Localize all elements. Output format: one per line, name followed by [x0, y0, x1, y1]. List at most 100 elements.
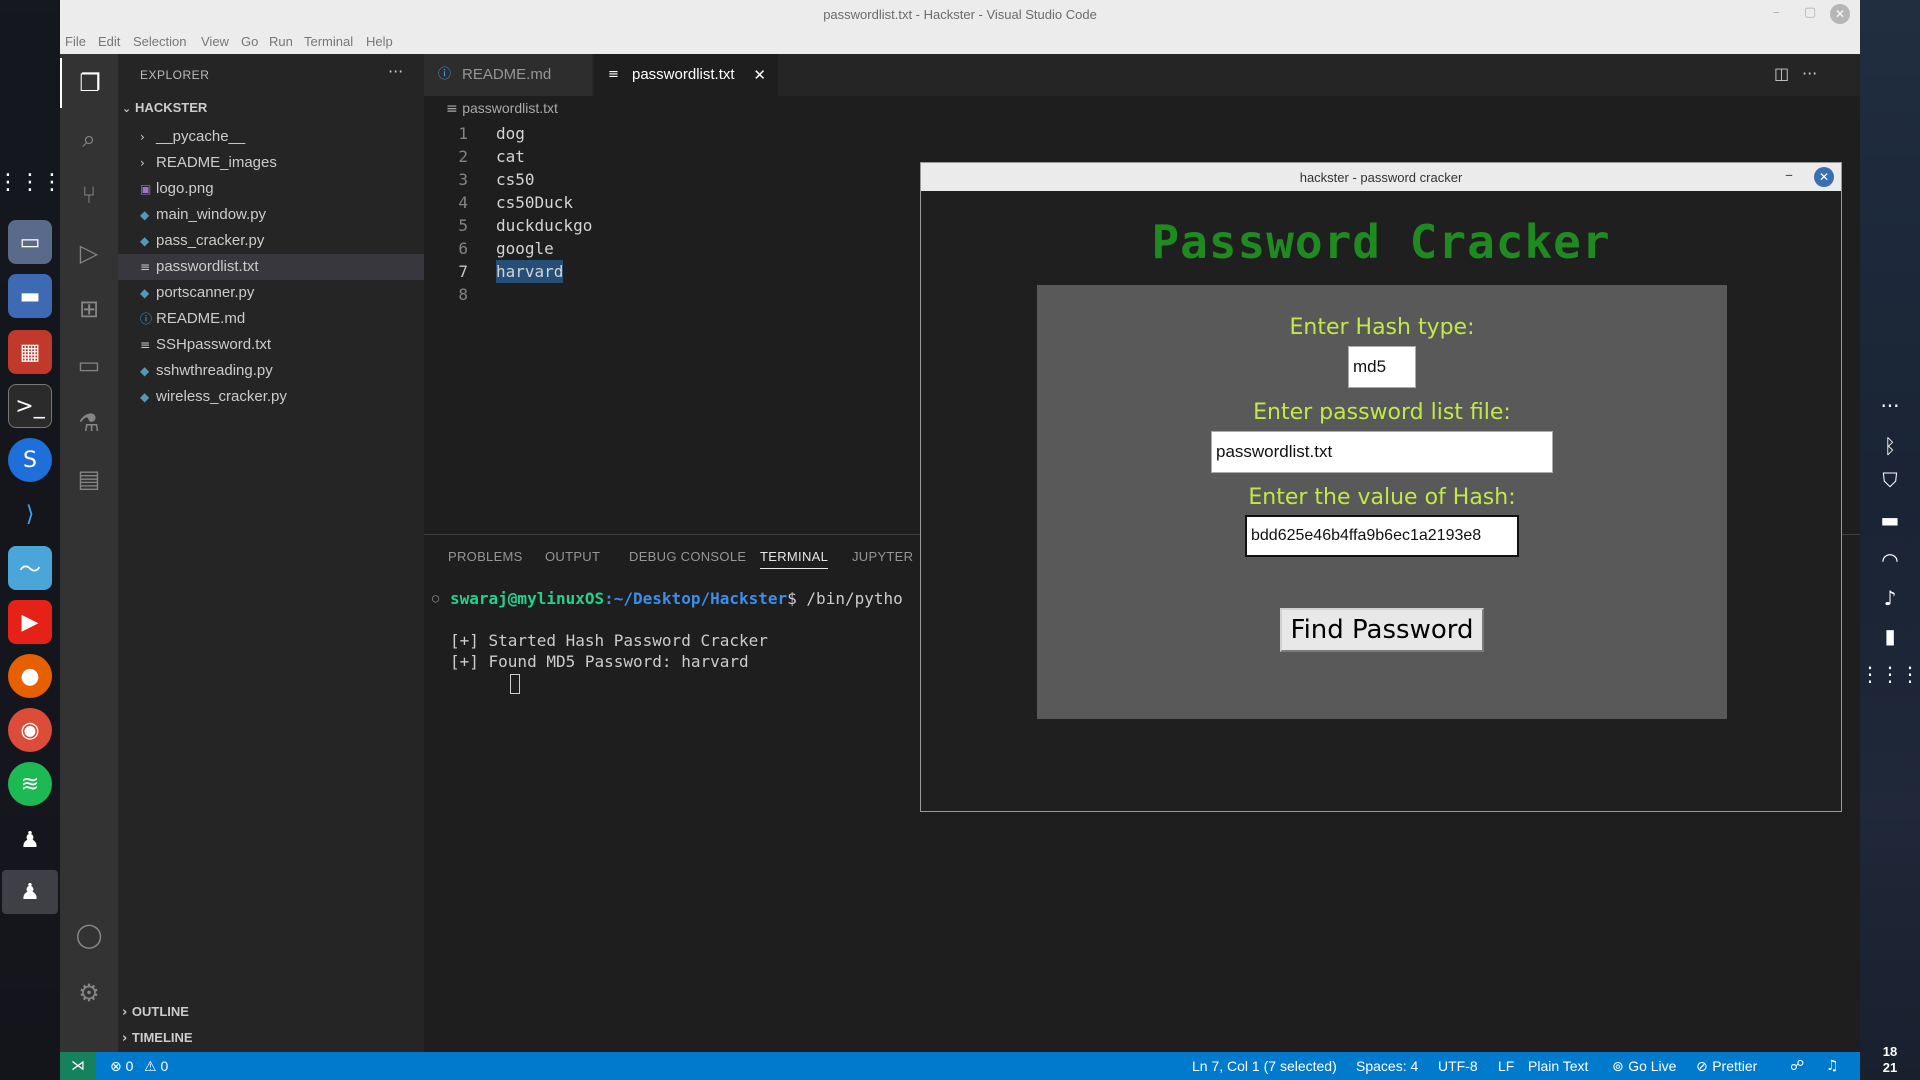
terminal-output-line: [+] Found MD5 Password: harvard — [450, 652, 749, 671]
desktop-icon[interactable]: ▭ — [8, 220, 52, 264]
maximize-icon[interactable]: ▢ — [1804, 5, 1816, 20]
youtube-icon[interactable]: ▶ — [8, 600, 52, 644]
tab-jupyter[interactable]: JUPYTER — [852, 549, 913, 564]
explorer-icon[interactable]: ❐ — [60, 58, 118, 108]
timeline-section[interactable]: › TIMELINE — [122, 1030, 193, 1046]
simplenote-icon[interactable]: S — [8, 438, 52, 482]
remote-explorer-icon[interactable]: ▭ — [60, 340, 118, 390]
menu-terminal[interactable]: Terminal — [304, 34, 353, 49]
explorer-header: EXPLORER — [140, 68, 210, 82]
tree-item-passwordlist[interactable]: ≡ passwordlist.txt — [118, 254, 424, 280]
menu-selection[interactable]: Selection — [133, 34, 186, 49]
app-grid-icon[interactable]: ⋮⋮⋮ — [0, 160, 63, 204]
outline-section[interactable]: › OUTLINE — [122, 1004, 189, 1020]
dialog-title-bar[interactable]: hackster - password cracker – ✕ — [921, 163, 1841, 191]
close-icon[interactable]: ✕ — [1814, 167, 1834, 187]
password-list-input[interactable]: passwordlist.txt — [1211, 431, 1553, 473]
tree-item-sshpassword[interactable]: ≡ SSHpassword.txt — [118, 332, 424, 358]
tab-output[interactable]: OUTPUT — [545, 549, 600, 564]
broadcast-icon: ⊚ — [1612, 1059, 1629, 1075]
folder-label: HACKSTER — [135, 100, 208, 115]
tree-item-pass-cracker[interactable]: ◆ pass_cracker.py — [118, 228, 424, 254]
cursor-position[interactable]: Ln 7, Col 1 (7 selected) — [1192, 1058, 1337, 1074]
terminal-prompt[interactable]: swaraj@mylinuxOS:~/Desktop/Hackster$ /bi… — [450, 589, 903, 608]
accounts-icon[interactable]: ◯ — [60, 910, 118, 960]
language-mode[interactable]: Plain Text — [1528, 1058, 1588, 1074]
prettier[interactable]: ⊘ Prettier — [1696, 1058, 1757, 1075]
folder-hackster[interactable]: ⌄ HACKSTER — [122, 100, 207, 115]
hacker-app-active-icon[interactable]: ♟ — [2, 870, 58, 914]
source-control-icon[interactable]: ⑂ — [60, 170, 118, 220]
calculator-icon[interactable]: ▦ — [8, 330, 52, 374]
tree-item-label: portscanner.py — [156, 284, 255, 301]
tree-item-readme-images[interactable]: › README_images — [118, 150, 424, 176]
files-icon[interactable]: ▬ — [8, 274, 52, 318]
dialog-title: hackster - password cracker — [1299, 170, 1463, 185]
tab-passwordlist[interactable]: ≡ passwordlist.txt ✕ — [594, 54, 778, 96]
extensions-icon[interactable]: ⊞ — [60, 284, 118, 334]
menu-edit[interactable]: Edit — [98, 34, 120, 49]
indentation[interactable]: Spaces: 4 — [1356, 1058, 1418, 1074]
more-actions-icon[interactable]: ··· — [388, 62, 403, 81]
bluetooth-icon[interactable]: ᛒ — [1874, 432, 1906, 460]
split-editor-icon[interactable]: ◫ — [1774, 64, 1789, 83]
run-debug-icon[interactable]: ▷ — [60, 228, 118, 278]
clock[interactable]: 18 21 — [1868, 1044, 1912, 1076]
settings-gear-icon[interactable]: ⚙ — [60, 968, 118, 1018]
errors-count[interactable]: ⊗ 0 — [110, 1058, 133, 1075]
menu-help[interactable]: Help — [366, 34, 393, 49]
more-icon[interactable]: ··· — [1874, 392, 1906, 420]
tree-item-wireless-cracker[interactable]: ◆ wireless_cracker.py — [118, 384, 424, 410]
more-actions-icon[interactable]: ··· — [1802, 64, 1817, 83]
line-ending[interactable]: LF — [1498, 1058, 1514, 1074]
go-live-label: Go Live — [1628, 1058, 1677, 1074]
wifi-icon[interactable]: ◠ — [1874, 546, 1906, 574]
tree-item-portscanner[interactable]: ◆ portscanner.py — [118, 280, 424, 306]
feedback-icon[interactable]: ☍ — [1790, 1058, 1804, 1074]
music-icon[interactable]: ♪ — [1874, 584, 1906, 612]
menu-go[interactable]: Go — [241, 34, 258, 49]
find-password-button[interactable]: Find Password — [1280, 608, 1484, 652]
system-monitor-icon[interactable]: 〜 — [8, 546, 52, 590]
tab-readme[interactable]: ⓘ README.md — [424, 54, 592, 96]
hash-type-input[interactable]: md5 — [1348, 346, 1416, 388]
apps-grid-icon[interactable]: ⋮⋮⋮ — [1860, 660, 1920, 688]
encoding[interactable]: UTF-8 — [1438, 1058, 1478, 1074]
code-line: 1 dog — [424, 122, 1024, 145]
notebook-icon[interactable]: ▤ — [60, 454, 118, 504]
breadcrumb[interactable]: ≡ passwordlist.txt — [446, 100, 558, 117]
code-area[interactable]: 1 dog 2 cat 3 cs50 4 cs50Duck 5 duckduckgo 6 g… — [424, 122, 984, 312]
go-live[interactable]: ⊚ Go Live — [1612, 1058, 1676, 1075]
minimize-icon[interactable]: – — [1773, 5, 1780, 20]
firefox-icon[interactable]: ● — [8, 654, 52, 698]
close-window-icon[interactable]: ✕ — [1830, 4, 1850, 24]
warnings-count[interactable]: ⚠ 0 — [144, 1058, 168, 1075]
menu-file[interactable]: File — [65, 34, 86, 49]
hacker-app-icon[interactable]: ♟ — [8, 818, 52, 862]
tree-item-sshwthreading[interactable]: ◆ sshwthreading.py — [118, 358, 424, 384]
menu-run[interactable]: Run — [269, 34, 293, 49]
drive-icon[interactable]: ▬ — [1874, 506, 1906, 534]
shield-icon[interactable]: ⛉ — [1874, 466, 1906, 494]
tree-item-main-window[interactable]: ◆ main_window.py — [118, 202, 424, 228]
tree-item-logo[interactable]: ▣ logo.png — [118, 176, 424, 202]
tab-problems[interactable]: PROBLEMS — [448, 549, 523, 564]
tab-debug-console[interactable]: DEBUG CONSOLE — [629, 549, 746, 564]
close-tab-icon[interactable]: ✕ — [753, 54, 766, 96]
battery-icon[interactable]: ▮ — [1874, 622, 1906, 650]
minimize-icon[interactable]: – — [1785, 165, 1793, 184]
tree-item-pycache[interactable]: › __pycache__ — [118, 124, 424, 150]
python-file-icon: ◆ — [140, 234, 150, 248]
testing-icon[interactable]: ⚗ — [60, 398, 118, 448]
remote-icon[interactable]: ⋊ — [60, 1052, 96, 1080]
notifications-bell-icon[interactable]: ♫ — [1826, 1058, 1839, 1074]
menu-view[interactable]: View — [201, 34, 229, 49]
search-icon[interactable]: ⌕ — [60, 114, 118, 164]
chrome-icon[interactable]: ◉ — [8, 708, 52, 752]
terminal-app-icon[interactable]: >_ — [8, 384, 52, 428]
spotify-icon[interactable]: ≋ — [8, 762, 52, 806]
tab-terminal[interactable]: TERMINAL — [760, 549, 829, 569]
vscode-app-icon[interactable]: ⟩ — [8, 492, 52, 536]
tree-item-readme[interactable]: ⓘ README.md — [118, 306, 424, 332]
hash-value-input[interactable]: bdd625e46b4ffa9b6ec1a2193e8 — [1245, 515, 1519, 557]
